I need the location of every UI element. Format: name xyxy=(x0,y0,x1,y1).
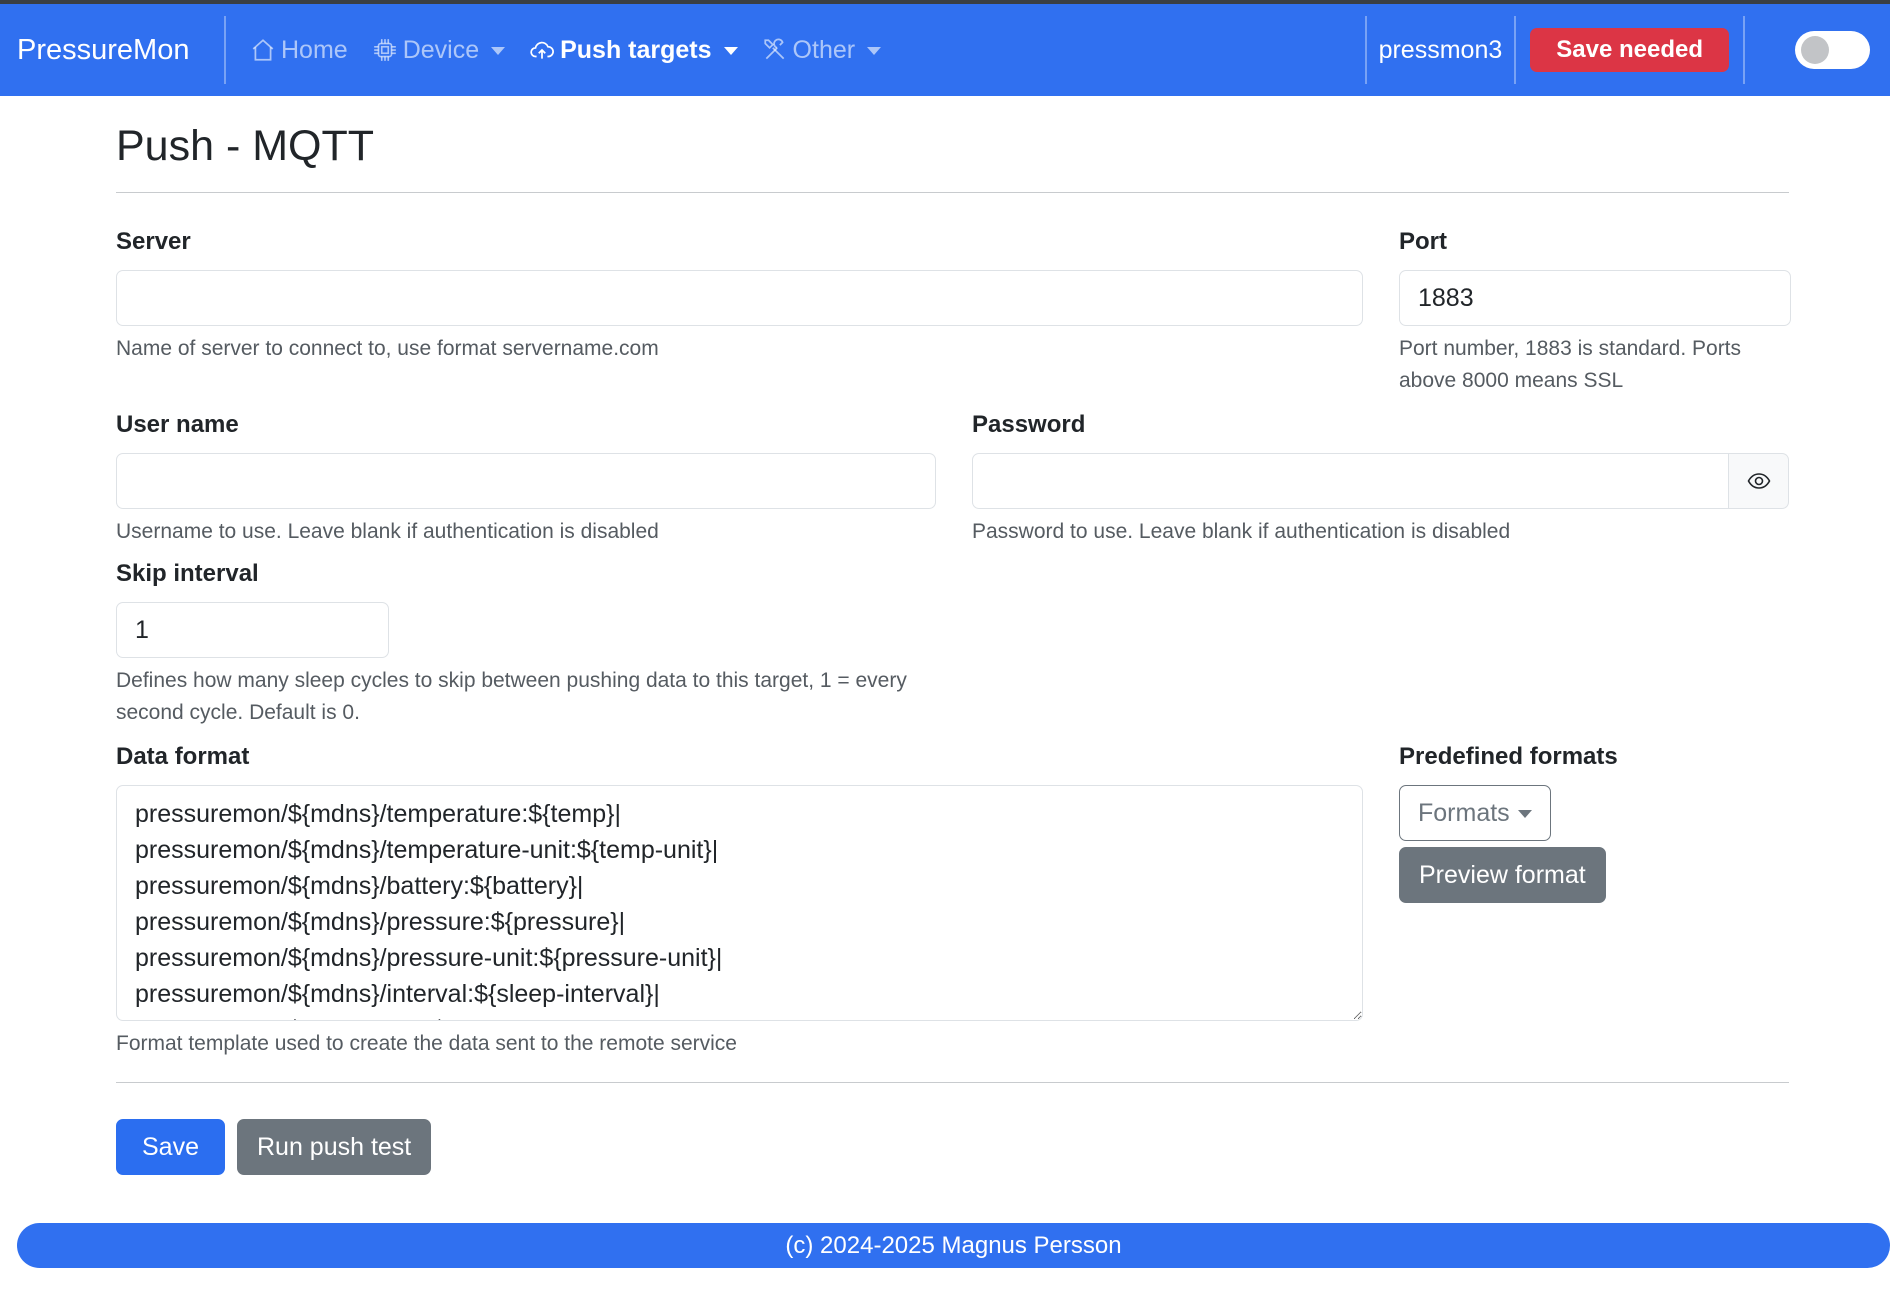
port-input[interactable]: 1883 xyxy=(1399,270,1791,326)
data-format-textarea[interactable]: pressuremon/${mdns}/temperature:${temp}|… xyxy=(116,785,1363,1021)
nav-item-label: Other xyxy=(792,35,856,64)
nav-divider xyxy=(1743,16,1745,84)
save-needed-badge[interactable]: Save needed xyxy=(1530,28,1729,72)
nav-item-home[interactable]: Home xyxy=(250,36,348,65)
nav-item-device[interactable]: Device xyxy=(372,35,506,65)
device-hostname: pressmon3 xyxy=(1378,35,1503,64)
footer: (c) 2024-2025 Magnus Persson xyxy=(17,1223,1890,1268)
run-push-test-button[interactable]: Run push test xyxy=(236,1119,432,1175)
save-button[interactable]: Save xyxy=(116,1119,225,1175)
data-format-label: Data format xyxy=(116,743,250,770)
server-input[interactable] xyxy=(116,270,1363,326)
server-label: Server xyxy=(116,228,191,255)
cloud-upload-icon xyxy=(529,37,555,63)
chevron-down-icon xyxy=(1517,810,1532,818)
data-format-help: Format template used to create the data … xyxy=(116,1032,737,1055)
nav-item-label: Home xyxy=(281,35,348,64)
skip-interval-group: Skip interval 1 Defines how many sleep c… xyxy=(116,560,936,729)
divider xyxy=(116,1082,1789,1083)
footer-copyright: (c) 2024-2025 Magnus Persson xyxy=(785,1231,1122,1259)
password-label: Password xyxy=(972,411,1086,438)
brand-logo[interactable]: PressureMon xyxy=(0,16,226,84)
data-format-group: Data format pressuremon/${mdns}/temperat… xyxy=(116,743,1363,1060)
password-group: Password Password to use. Leave blank if… xyxy=(972,411,1789,548)
page-title: Push - MQTT xyxy=(116,122,375,170)
eye-icon xyxy=(1747,469,1771,493)
preview-format-button[interactable]: Preview format xyxy=(1399,847,1606,903)
server-help: Name of server to connect to, use format… xyxy=(116,337,659,360)
navbar: PressureMon Home Device Push targets Oth… xyxy=(0,4,1890,96)
navbar-right: pressmon3 Save needed xyxy=(1364,4,1890,96)
username-label: User name xyxy=(116,411,239,438)
chevron-down-icon xyxy=(867,47,882,55)
username-help: Username to use. Leave blank if authenti… xyxy=(116,520,659,543)
predefined-formats-group: Predefined formats Formats Preview forma… xyxy=(1399,743,1789,1060)
formats-button-label: Formats xyxy=(1418,798,1510,827)
skip-interval-input[interactable]: 1 xyxy=(116,602,389,658)
nav-divider xyxy=(1514,16,1517,84)
chip-icon xyxy=(372,37,398,63)
predefined-formats-label: Predefined formats xyxy=(1399,743,1618,770)
show-password-button[interactable] xyxy=(1729,453,1789,509)
port-help: Port number, 1883 is standard. Ports abo… xyxy=(1399,337,1742,392)
skip-interval-help: Defines how many sleep cycles to skip be… xyxy=(116,669,907,724)
password-help: Password to use. Leave blank if authenti… xyxy=(972,520,1511,543)
nav-item-push-targets[interactable]: Push targets xyxy=(529,35,738,65)
nav-item-label: Device xyxy=(402,35,480,64)
nav-menu: Home Device Push targets Other xyxy=(250,4,905,96)
chevron-down-icon xyxy=(491,47,506,55)
skip-interval-label: Skip interval xyxy=(116,560,259,587)
tools-icon xyxy=(762,37,788,63)
formats-dropdown-button[interactable]: Formats xyxy=(1399,785,1551,841)
nav-item-label: Push targets xyxy=(560,35,712,64)
username-input[interactable] xyxy=(116,453,936,509)
home-icon xyxy=(250,37,276,63)
action-buttons: Save Run push test xyxy=(116,1119,1789,1175)
divider xyxy=(116,192,1789,193)
theme-toggle[interactable] xyxy=(1795,31,1870,69)
password-input[interactable] xyxy=(972,453,1729,509)
username-group: User name Username to use. Leave blank i… xyxy=(116,411,936,548)
port-group: Port 1883 Port number, 1883 is standard.… xyxy=(1399,228,1791,397)
server-group: Server Name of server to connect to, use… xyxy=(116,228,1363,397)
port-label: Port xyxy=(1399,228,1447,255)
nav-item-other[interactable]: Other xyxy=(762,36,882,65)
main-content: Push - MQTT Server Name of server to con… xyxy=(0,122,1890,1175)
toggle-knob xyxy=(1801,36,1829,64)
chevron-down-icon xyxy=(723,47,738,55)
